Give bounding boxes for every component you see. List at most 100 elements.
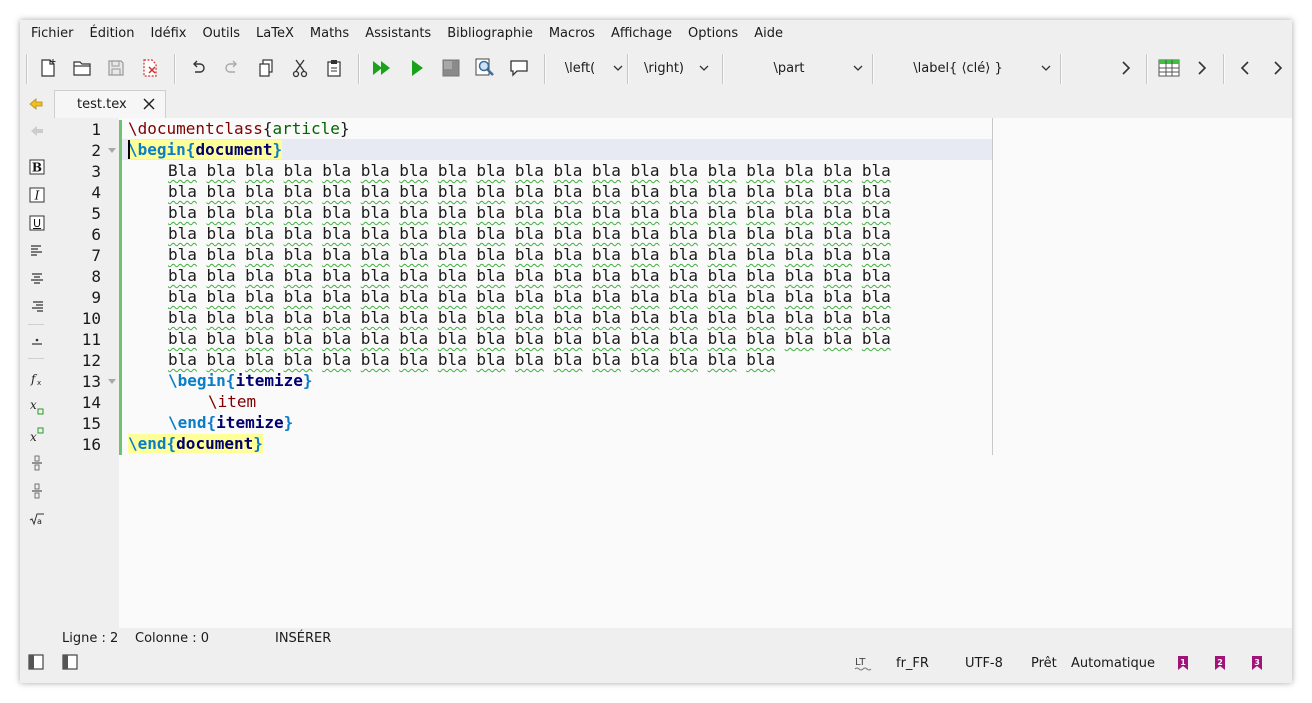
languagetool-icon[interactable]: LT: [854, 654, 872, 674]
fraction-icon[interactable]: [26, 452, 48, 474]
italic-icon[interactable]: I: [26, 184, 48, 206]
redo-icon[interactable]: [220, 54, 244, 82]
forward-arrow-icon[interactable]: [26, 120, 48, 142]
reference-combo[interactable]: \label{ ⟨clé⟩ }: [878, 53, 1054, 83]
misspelled-word: bla: [707, 203, 737, 222]
environment-name: itemize: [235, 371, 303, 390]
menu-bibliographie[interactable]: Bibliographie: [439, 20, 541, 48]
misspelled-word: bla: [168, 203, 197, 222]
status-encoding[interactable]: UTF-8: [965, 656, 1003, 671]
misspelled-word: bla: [399, 182, 429, 201]
superscript-icon[interactable]: x: [26, 424, 48, 446]
bookmark-arrow-icon[interactable]: [28, 96, 46, 112]
chevron-right-icon[interactable]: [1190, 54, 1214, 82]
menu-macros[interactable]: Macros: [541, 20, 603, 48]
misspelled-word: bla: [168, 245, 197, 264]
status-language[interactable]: fr_FR: [896, 656, 929, 671]
close-icon[interactable]: [141, 96, 157, 112]
fold-arrow-icon[interactable]: [108, 148, 116, 153]
align-left-icon[interactable]: [26, 240, 48, 262]
line-number: 6: [91, 225, 101, 244]
status-ready: Prêt: [1031, 656, 1057, 671]
open-file-icon[interactable]: [70, 54, 94, 82]
misspelled-word: bla: [553, 287, 583, 306]
structure-panel-icon[interactable]: [28, 654, 46, 674]
code-line-10: bla bla bla bla bla bla bla bla bla bla …: [168, 307, 891, 328]
bookmark-2-icon[interactable]: 2: [1211, 654, 1229, 674]
stop-icon[interactable]: [439, 54, 463, 82]
function-icon[interactable]: fx: [26, 368, 48, 390]
copy-icon[interactable]: [254, 54, 278, 82]
misspelled-word: bla: [476, 308, 506, 327]
editor-text-area[interactable]: \documentclass{article} \begin{document}…: [122, 118, 1292, 628]
misspelled-word: bla: [245, 350, 274, 369]
menu-maths[interactable]: Maths: [302, 20, 357, 48]
menu-edition[interactable]: Édition: [82, 20, 143, 48]
new-file-icon[interactable]: [36, 54, 60, 82]
chevron-down-icon: [1038, 63, 1054, 74]
paste-icon[interactable]: [322, 54, 346, 82]
dfrac-icon[interactable]: [26, 480, 48, 502]
menu-options[interactable]: Options: [680, 20, 746, 48]
close-file-icon[interactable]: [138, 54, 162, 82]
align-right-icon[interactable]: [26, 296, 48, 318]
chevron-right-icon[interactable]: [1114, 54, 1138, 82]
menu-fichier[interactable]: Fichier: [23, 20, 82, 48]
cut-icon[interactable]: [288, 54, 312, 82]
chevron-right-icon[interactable]: [1266, 54, 1290, 82]
messages-panel-icon[interactable]: [62, 654, 80, 674]
toolbar-separator: [358, 54, 360, 84]
misspelled-word: bla: [707, 161, 737, 180]
misspelled-word: bla: [823, 182, 853, 201]
menu-latex[interactable]: LaTeX: [248, 20, 302, 48]
sqrt-icon[interactable]: a: [26, 508, 48, 530]
misspelled-word: bla: [206, 224, 236, 243]
code-line-2: \begin{document}: [128, 139, 283, 160]
status-auto[interactable]: Automatique: [1071, 656, 1155, 671]
bookmark-1-icon[interactable]: 1: [1174, 654, 1192, 674]
misspelled-word: bla: [437, 182, 467, 201]
align-center-icon[interactable]: [26, 268, 48, 290]
bookmark-3-icon[interactable]: 3: [1248, 654, 1266, 674]
code-editor[interactable]: 1 2 3 4 5 6 7 8 9 10 11 12 13 14 15 16 \…: [62, 118, 1292, 628]
line-number: 1: [91, 120, 101, 139]
left-delimiter-combo[interactable]: \left(: [550, 53, 626, 83]
subscript-icon[interactable]: x: [26, 396, 48, 418]
bold-icon[interactable]: B: [26, 156, 48, 178]
status-column: Colonne : 0: [135, 631, 209, 646]
status-insert-mode[interactable]: INSÉRER: [275, 631, 331, 646]
misspelled-word: bla: [283, 161, 313, 180]
begin-keyword: \begin: [128, 140, 186, 159]
table-icon[interactable]: [1157, 54, 1181, 82]
menu-aide[interactable]: Aide: [746, 20, 791, 48]
compile-icon[interactable]: [405, 54, 429, 82]
misspelled-word: bla: [437, 329, 467, 348]
menu-assistants[interactable]: Assistants: [357, 20, 439, 48]
build-view-icon[interactable]: [370, 54, 394, 82]
misspelled-word: bla: [669, 182, 699, 201]
misspelled-word: bla: [746, 350, 776, 369]
right-delimiter-combo[interactable]: \right): [632, 53, 712, 83]
save-icon[interactable]: [104, 54, 128, 82]
underline-icon[interactable]: U: [26, 212, 48, 234]
misspelled-word: bla: [245, 287, 274, 306]
menu-affichage[interactable]: Affichage: [603, 20, 680, 48]
status-bar: LT fr_FR UTF-8 Prêt Automatique 1 2 3: [20, 652, 1292, 680]
new-line-icon[interactable]: [26, 330, 48, 352]
misspelled-word: bla: [784, 203, 814, 222]
undo-icon[interactable]: [186, 54, 210, 82]
fold-arrow-icon[interactable]: [108, 379, 116, 384]
menu-idefix[interactable]: Idéfix: [142, 20, 194, 48]
chevron-left-icon[interactable]: [1233, 54, 1257, 82]
misspelled-word: bla: [746, 203, 776, 222]
menu-outils[interactable]: Outils: [194, 20, 248, 48]
log-icon[interactable]: [507, 54, 531, 82]
tab-test-tex[interactable]: test.tex: [54, 90, 166, 118]
misspelled-word: bla: [514, 203, 544, 222]
misspelled-word: bla: [861, 329, 891, 348]
misspelled-word: Bla: [168, 161, 197, 180]
misspelled-word: bla: [168, 308, 197, 327]
misspelled-word: bla: [322, 224, 352, 243]
view-pdf-icon[interactable]: [473, 54, 497, 82]
structure-combo[interactable]: \part: [728, 53, 866, 83]
